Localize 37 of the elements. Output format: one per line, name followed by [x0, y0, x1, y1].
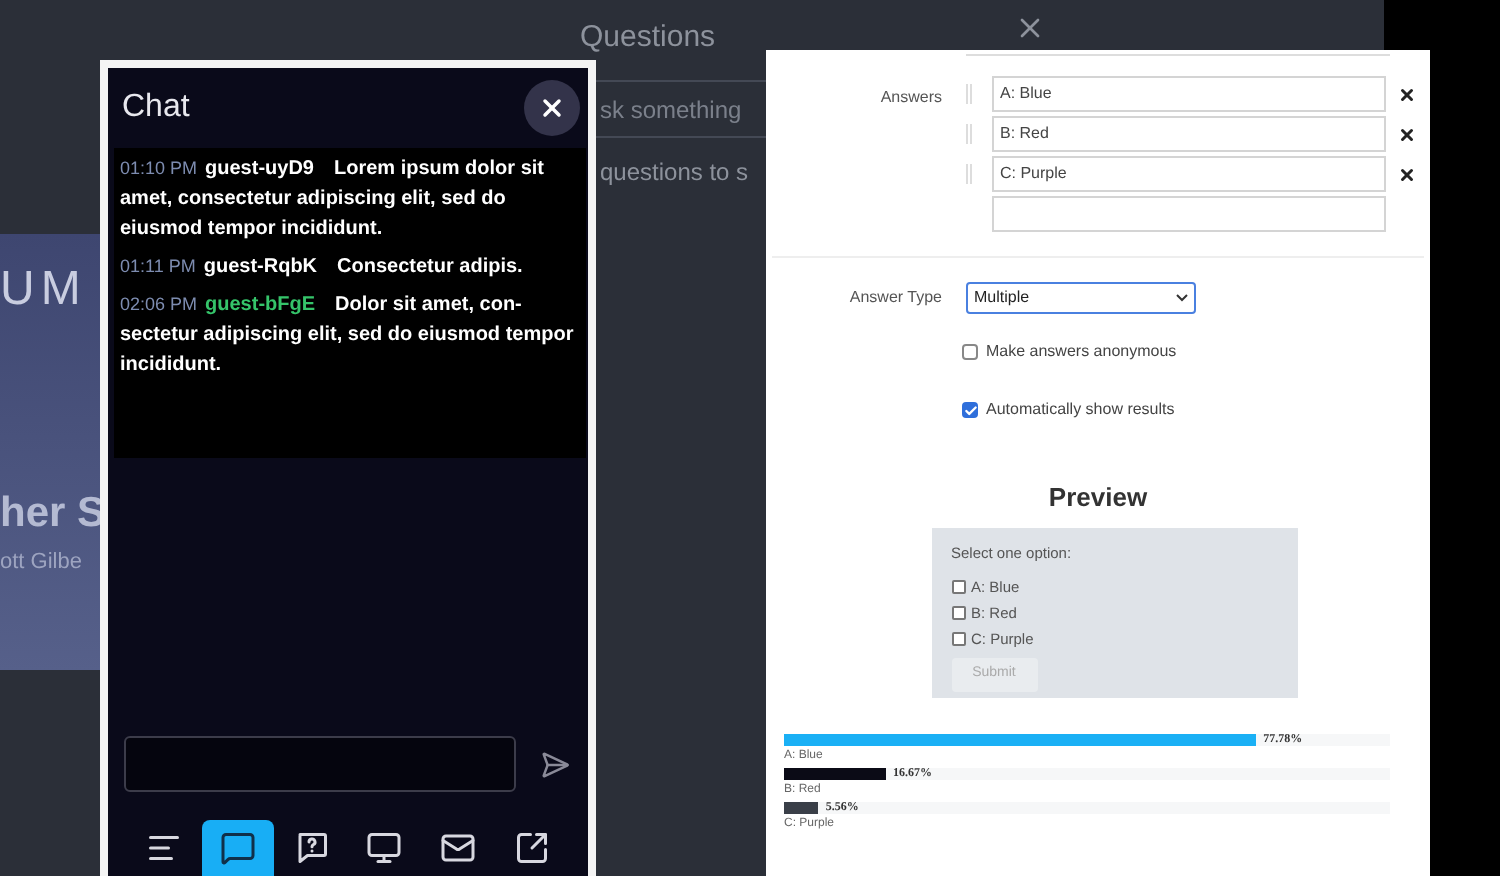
mail-icon [439, 830, 476, 866]
question-field-text: sk something [600, 94, 742, 128]
chat-message: 01:11 PM guest-RqbK Consectetur adipis. [120, 254, 525, 282]
answer-field[interactable]: A: Blue [992, 76, 1386, 112]
remove-icon[interactable] [1398, 85, 1416, 103]
close-button[interactable] [524, 80, 580, 136]
empty-questions-text: questions to s [600, 156, 749, 190]
checkbox[interactable] [951, 632, 965, 647]
answers-label: Answers [878, 86, 942, 110]
checkbox[interactable] [951, 579, 965, 594]
slide-title: UM [0, 260, 89, 320]
answer-type-label: Answer Type [847, 286, 942, 310]
option-label: Make answers anonymous [986, 340, 1177, 364]
chat-message: 01:10 PM guest-uyD9 Lorem ipsum dolor sit amet, consectetur adipiscing elit, sed do eiusmod tempor incididunt. [120, 156, 546, 244]
chat-title: Chat [122, 88, 190, 128]
chat-message: 02:06 PM guest-bFgE Dolor sit amet, con-sectetur adipiscing elit, sed do eiusmod tempor incididunt. [120, 292, 576, 380]
question-bubble-icon [293, 830, 330, 866]
remove-icon[interactable] [1398, 125, 1416, 143]
option-label: Automatically show results [986, 398, 1175, 422]
new-answer-field[interactable] [992, 196, 1386, 232]
preview-title: Preview [1048, 480, 1148, 516]
close-icon [538, 94, 566, 122]
checkbox[interactable] [951, 606, 965, 621]
slide-author: ott Gilbe [0, 547, 84, 577]
answer-field[interactable]: B: Red [992, 116, 1386, 152]
message-input[interactable] [124, 736, 516, 792]
chat-icon [219, 830, 256, 866]
questions-title: Questions [580, 18, 716, 58]
answer-type-select[interactable]: Multiple [966, 282, 1196, 314]
checkbox[interactable] [962, 344, 978, 360]
lines-icon [146, 830, 183, 866]
chevron-icon [1176, 294, 1188, 302]
remove-icon[interactable] [1398, 165, 1416, 183]
send-icon[interactable] [540, 749, 570, 779]
monitor-icon [366, 830, 403, 866]
answer-field[interactable]: C: Purple [992, 156, 1386, 192]
external-link-icon [513, 830, 550, 866]
